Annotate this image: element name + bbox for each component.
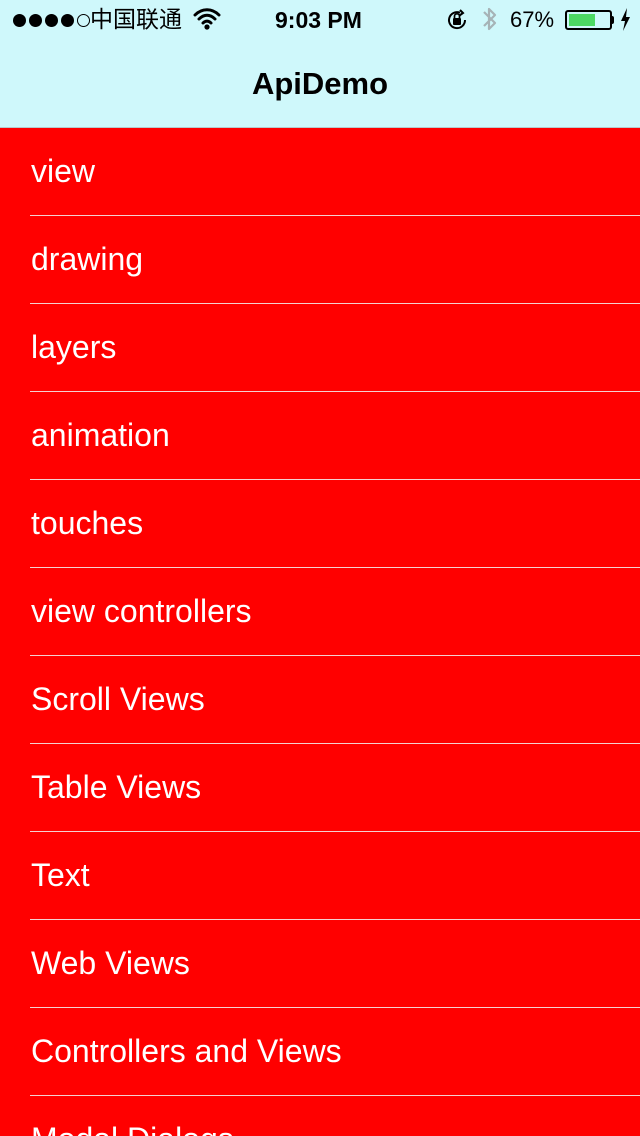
signal-dot-filled — [29, 13, 42, 27]
list-item-label: Table Views — [31, 769, 202, 805]
list-item-animation[interactable]: animation — [0, 392, 640, 480]
list-item-table-views[interactable]: Table Views — [0, 744, 640, 832]
list-item-label: Web Views — [31, 945, 190, 981]
navigation-header: 中国联通 9:03 PM 67% ApiDemo — [0, 0, 640, 128]
list-item-label: touches — [31, 505, 144, 541]
list-item-label: Modal Dialogs — [31, 1119, 234, 1136]
list-item-controllers-and-views[interactable]: Controllers and Views — [0, 1008, 640, 1096]
signal-dot-filled — [13, 13, 26, 27]
list-item-label: animation — [31, 417, 170, 453]
list-item-scroll-views[interactable]: Scroll Views — [0, 656, 640, 744]
list-item-view[interactable]: view — [0, 128, 640, 216]
rotation-lock-icon — [448, 9, 467, 30]
list-item-web-views[interactable]: Web Views — [0, 920, 640, 1008]
wifi-icon — [193, 8, 221, 30]
list-item-label: Scroll Views — [31, 681, 205, 717]
page-title: ApiDemo — [251, 66, 389, 101]
signal-dot-filled — [61, 13, 74, 27]
status-time: 9:03 PM — [275, 7, 362, 33]
list-item-modal-dialogs[interactable]: Modal Dialogs — [0, 1096, 640, 1136]
signal-dot-filled — [45, 13, 58, 27]
signal-dot-empty — [77, 13, 90, 27]
battery-percent: 67% — [510, 7, 555, 32]
battery-tip-icon — [611, 16, 614, 24]
charging-bolt-icon — [621, 8, 630, 31]
list-item-text[interactable]: Text — [0, 832, 640, 920]
list-item-label: view controllers — [31, 593, 252, 629]
list-item-drawing[interactable]: drawing — [0, 216, 640, 304]
bluetooth-icon — [483, 7, 497, 31]
signal-dots-icon — [13, 12, 90, 28]
status-bar: 中国联通 9:03 PM 67% — [0, 0, 640, 40]
battery-level-fill — [569, 14, 596, 26]
api-demo-screen: 中国联通 9:03 PM 67% ApiDemo view drawing la… — [0, 0, 640, 1136]
list-item-label: Controllers and Views — [31, 1033, 342, 1069]
list-item-label: view — [31, 153, 96, 189]
list-item-label: Text — [31, 857, 90, 893]
list-item-layers[interactable]: layers — [0, 304, 640, 392]
api-demo-menu-list[interactable]: view drawing layers animation touches vi… — [0, 128, 640, 1136]
list-item-touches[interactable]: touches — [0, 480, 640, 568]
carrier-name: 中国联通 — [90, 7, 182, 33]
list-item-label: drawing — [31, 241, 144, 277]
list-item-view-controllers[interactable]: view controllers — [0, 568, 640, 656]
list-item-label: layers — [31, 329, 117, 365]
battery-icon — [565, 10, 612, 30]
